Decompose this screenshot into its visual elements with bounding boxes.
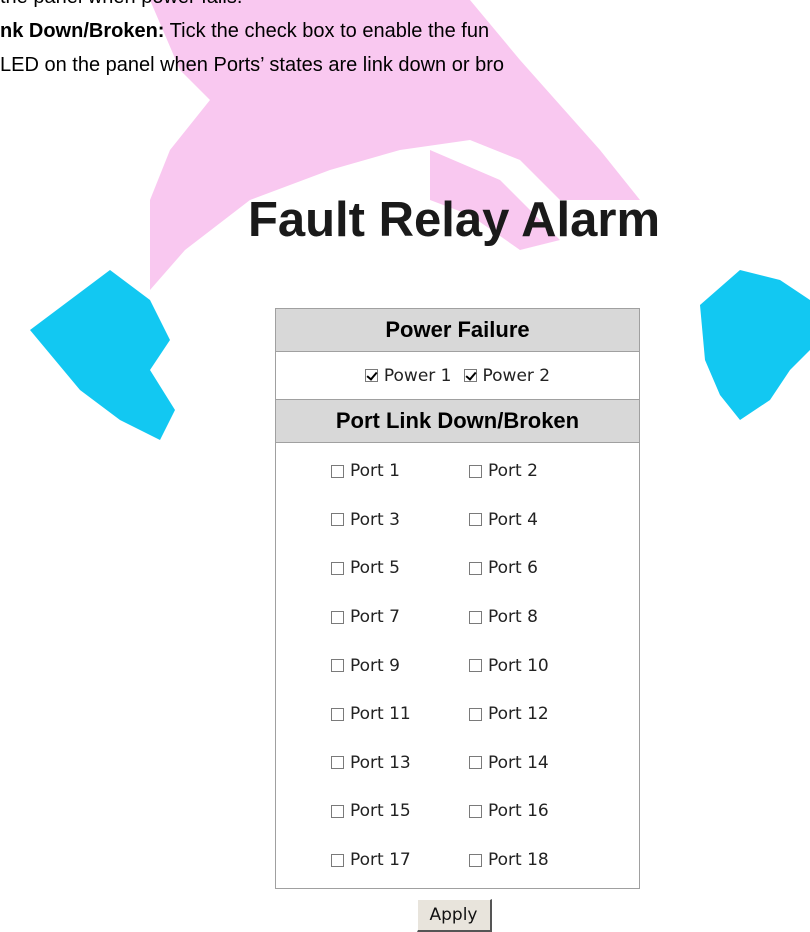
unchecked-checkbox[interactable] [469,561,482,575]
port-row: Port 13 Port 14 [276,739,639,788]
checkbox-label: Port 14 [488,752,549,773]
checkbox-option[interactable]: Port 12 [469,704,549,724]
checked-checkbox[interactable] [463,369,477,382]
checkbox-label: Port 5 [350,558,400,579]
port-row: Port 1 Port 2 [276,447,639,496]
checkbox-label: Power 1 [383,365,452,386]
checkbox-label: Port 10 [488,655,549,676]
unchecked-checkbox[interactable] [331,804,344,818]
body-text: LED on the panel when Ports’ states are … [0,54,504,76]
checkbox-option[interactable]: Port 3 [331,510,469,530]
checkbox-label: Port 7 [350,607,400,628]
checkbox-label: Port 15 [350,801,411,822]
port-row: Port 5 Port 6 [276,544,639,593]
checkbox-label: Port 4 [488,509,538,530]
checkbox-option[interactable]: Port 15 [331,801,469,821]
unchecked-checkbox[interactable] [469,513,482,527]
paragraph-line: nk Down/Broken: Tick the check box to en… [0,20,489,43]
unchecked-checkbox[interactable] [331,513,344,527]
checkbox-option[interactable]: Port 11 [331,704,469,724]
unchecked-checkbox[interactable] [469,707,482,721]
checkbox-option[interactable]: Port 18 [469,850,549,870]
term-label: nk Down/Broken: [0,20,165,42]
port-link-header: Port Link Down/Broken [276,399,639,443]
checkbox-label: Port 17 [350,850,411,871]
checkbox-option[interactable]: Port 5 [331,558,469,578]
paragraph-line: LED on the panel when Ports’ states are … [0,54,504,77]
port-row: Port 15 Port 16 [276,787,639,836]
checkbox-option[interactable]: Port 2 [469,461,538,481]
unchecked-checkbox[interactable] [331,561,344,575]
unchecked-checkbox[interactable] [469,853,482,867]
checkbox-option[interactable]: Port 4 [469,510,538,530]
checkbox-option[interactable]: Port 16 [469,801,549,821]
body-text: Tick the check box to enable the fun [164,20,490,42]
power-row: Power 1 Power 2 [276,352,639,399]
unchecked-checkbox[interactable] [331,756,344,770]
checkbox-label: Port 12 [488,704,549,725]
unchecked-checkbox[interactable] [331,659,344,673]
checkbox-label: Port 11 [350,704,411,725]
port-row: Port 9 Port 10 [276,641,639,690]
unchecked-checkbox[interactable] [469,804,482,818]
checkbox-label: Port 8 [488,607,538,628]
checkbox-option[interactable]: Port 7 [331,607,469,627]
unchecked-checkbox[interactable] [469,610,482,624]
unchecked-checkbox[interactable] [331,610,344,624]
port-row: Port 7 Port 8 [276,593,639,642]
checked-checkbox[interactable] [364,369,378,382]
port-row: Port 3 Port 4 [276,496,639,545]
checkbox-label: Port 2 [488,461,538,482]
checkbox-label: Port 13 [350,752,411,773]
unchecked-checkbox[interactable] [331,853,344,867]
power-failure-header: Power Failure [276,309,639,352]
checkbox-option[interactable]: Power 1 [364,365,452,386]
checkbox-label: Port 18 [488,850,549,871]
checkbox-option[interactable]: Port 13 [331,753,469,773]
unchecked-checkbox[interactable] [469,756,482,770]
checkbox-label: Port 16 [488,801,549,822]
page-title: Fault Relay Alarm [247,193,661,247]
port-row: Port 11 Port 12 [276,690,639,739]
unchecked-checkbox[interactable] [331,464,344,478]
fault-relay-table: Power Failure Power 1 Power 2 Port Link D… [275,308,640,890]
unchecked-checkbox[interactable] [469,464,482,478]
paragraph-line: the panel when power fails. [0,0,242,9]
checkbox-label: Power 2 [482,365,551,386]
checkbox-option[interactable]: Port 8 [469,607,538,627]
checkbox-option[interactable]: Port 9 [331,656,469,676]
checkbox-label: Port 3 [350,509,400,530]
checkbox-option[interactable]: Port 17 [331,850,469,870]
checkbox-option[interactable]: Power 2 [463,365,551,386]
body-text: the panel when power fails. [0,0,242,8]
checkbox-label: Port 1 [350,461,400,482]
checkbox-option[interactable]: Port 1 [331,461,469,481]
checkbox-label: Port 9 [350,655,400,676]
checkbox-option[interactable]: Port 6 [469,558,538,578]
port-row: Port 17 Port 18 [276,836,639,885]
unchecked-checkbox[interactable] [331,707,344,721]
apply-button[interactable]: Apply [416,899,492,932]
port-grid: Port 1 Port 2 Port 3 Port 4 Port 5 Port 6 Port… [276,443,639,888]
checkbox-label: Port 6 [488,558,538,579]
checkbox-option[interactable]: Port 14 [469,753,549,773]
unchecked-checkbox[interactable] [469,659,482,673]
checkbox-option[interactable]: Port 10 [469,656,549,676]
apply-wrap: Apply [0,899,810,932]
